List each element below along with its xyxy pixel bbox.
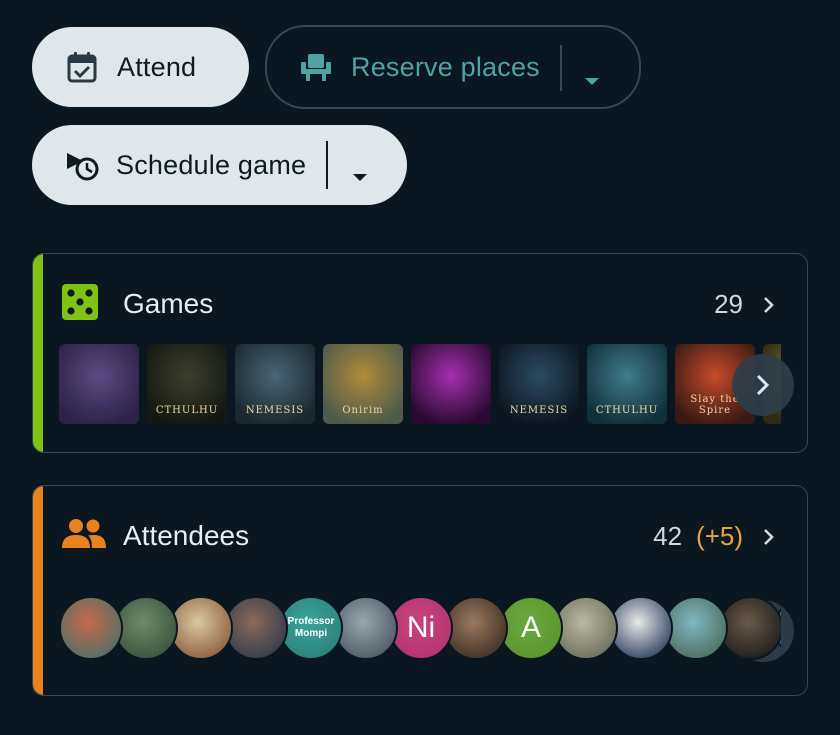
- attendee-avatar-12[interactable]: [664, 596, 728, 660]
- game-thumb-caption: NEMESIS: [245, 405, 305, 416]
- game-thumb-cthulhu-1[interactable]: CTHULHU: [147, 344, 227, 424]
- attendees-avatar-strip: Professor MompiNiAAl: [59, 596, 781, 662]
- attendee-avatar-4[interactable]: [224, 596, 288, 660]
- schedule-game-icon: [65, 148, 99, 182]
- attendee-avatar-9[interactable]: A: [499, 596, 563, 660]
- games-thumbnail-strip: CTHULHU NEMESIS Onirim NEMESIS CTHULHU Slay t…: [59, 344, 781, 424]
- attendee-avatar-3[interactable]: [169, 596, 233, 660]
- game-thumb-caption: Onirim: [342, 405, 384, 416]
- calendar-check-icon: [65, 50, 99, 84]
- avatar-initials: Ni: [406, 611, 436, 644]
- schedule-game-label: Schedule game: [116, 149, 307, 180]
- chair-icon: [299, 50, 333, 84]
- attendee-avatar-1[interactable]: [59, 596, 123, 660]
- reserve-places-label: Reserve places: [351, 51, 540, 82]
- attendee-avatar-6[interactable]: [334, 596, 398, 660]
- games-accent-bar: [33, 254, 43, 452]
- attendees-accent-bar: [33, 486, 43, 695]
- dice-icon: [61, 283, 99, 326]
- avatar-initials: Professor Mompi: [287, 616, 335, 639]
- reserve-places-button[interactable]: Reserve places: [265, 25, 641, 109]
- games-card[interactable]: Games 29 CTHULHU NEMESIS Onirim NEMESIS CTHU…: [32, 253, 808, 453]
- game-thumb-caption: CTHULHU: [155, 405, 219, 416]
- game-thumb-purple[interactable]: [411, 344, 491, 424]
- attendees-count: 42: [653, 520, 683, 551]
- attendees-card[interactable]: Attendees 42(+5) Professor MompiNiAAl: [32, 485, 808, 696]
- schedule-dropdown-caret-icon[interactable]: [352, 159, 368, 190]
- attendees-extra-count: (+5): [696, 520, 743, 551]
- split-divider: [326, 141, 328, 189]
- game-thumb-onirim[interactable]: Onirim: [323, 344, 403, 424]
- game-thumb-caption: NEMESIS: [509, 405, 569, 416]
- game-thumb-caption: CTHULHU: [595, 405, 659, 416]
- chevron-right-icon[interactable]: [763, 528, 775, 551]
- attendee-avatar-13[interactable]: [719, 596, 781, 660]
- attendee-avatar-5[interactable]: Professor Mompi: [279, 596, 343, 660]
- chevron-right-icon[interactable]: [763, 296, 775, 319]
- games-count: 29: [714, 288, 743, 319]
- attend-button[interactable]: Attend: [32, 27, 249, 107]
- games-title: Games: [123, 288, 214, 319]
- games-header[interactable]: Games 29: [61, 283, 807, 326]
- game-thumb-cthulhu-2[interactable]: CTHULHU: [587, 344, 667, 424]
- attendee-avatar-8[interactable]: [444, 596, 508, 660]
- attendee-avatar-11[interactable]: [609, 596, 673, 660]
- attendees-count-group: 42 (+5): [653, 521, 743, 552]
- attendees-header[interactable]: Attendees 42 (+5): [61, 516, 807, 556]
- chevron-right-icon: [756, 374, 770, 396]
- attendee-avatar-7[interactable]: Ni: [389, 596, 453, 660]
- attendees-title: Attendees: [123, 520, 250, 551]
- attend-label: Attend: [117, 51, 197, 82]
- schedule-game-button[interactable]: Schedule game: [32, 125, 407, 205]
- game-thumb-nemesis-2[interactable]: NEMESIS: [499, 344, 579, 424]
- split-divider: [560, 45, 562, 91]
- game-thumb-nemesis-1[interactable]: NEMESIS: [235, 344, 315, 424]
- attendee-avatar-2[interactable]: [114, 596, 178, 660]
- attendee-avatar-10[interactable]: [554, 596, 618, 660]
- game-thumb-1[interactable]: [59, 344, 139, 424]
- games-scroll-right-button[interactable]: [732, 354, 794, 416]
- group-icon: [61, 518, 107, 555]
- avatar-initials: A: [520, 611, 541, 644]
- reserve-dropdown-caret-icon[interactable]: [584, 63, 600, 94]
